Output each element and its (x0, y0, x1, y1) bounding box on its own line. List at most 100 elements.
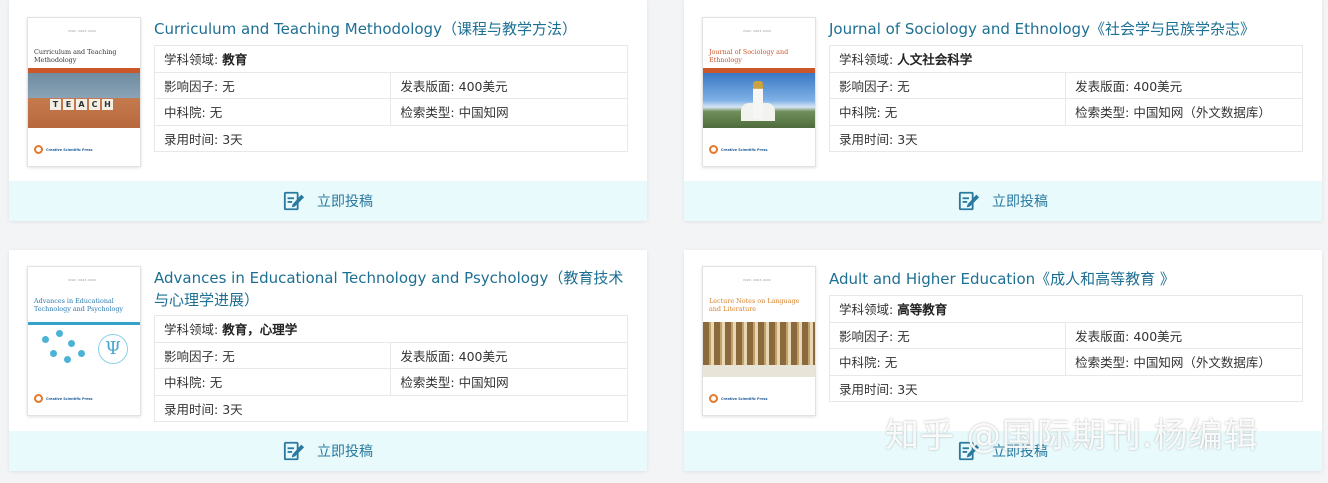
fee-label: 发表版面: (1075, 78, 1130, 94)
impact-value: 无 (222, 78, 235, 94)
cover-publisher: Creative Scientific Press (46, 148, 93, 152)
journal-title-link[interactable]: Adult and Higher Education《成人和高等教育 》 (829, 268, 1304, 290)
fee-label: 发表版面: (1075, 328, 1130, 344)
index-cell: 检索类型: 中国知网 (390, 368, 628, 396)
journal-card: ISSN: 2663-0000 Advances in Educational … (9, 250, 647, 471)
cas-cell: 中科院: 无 (153, 368, 392, 396)
letter-block: C (89, 99, 100, 110)
cas-value: 无 (884, 105, 898, 121)
fee-label: 发表版面: (400, 78, 455, 94)
publisher-logo-icon (34, 394, 43, 403)
journal-title-link[interactable]: Curriculum and Teaching Methodology（课程与教… (154, 18, 629, 40)
index-value: 中国知网 (458, 105, 509, 121)
impact-label: 影响因子: (164, 348, 219, 364)
cas-cell: 中科院: 无 (153, 98, 392, 126)
time-value: 3天 (897, 381, 918, 397)
cover-issn: ISSN: 2663-0000 (68, 29, 97, 33)
time-value: 3天 (897, 131, 918, 147)
edit-pen-icon (283, 191, 305, 211)
index-label: 检索类型: (1075, 105, 1130, 121)
impact-label: 影响因子: (839, 78, 894, 94)
journal-cover[interactable]: ISSN: 2663-0000 Lecture Notes on Languag… (702, 266, 816, 416)
journal-cover[interactable]: ISSN: 2663-0000 Advances in Educational … (27, 266, 141, 416)
time-value: 3天 (222, 131, 243, 147)
time-value: 3天 (222, 401, 243, 417)
cover-issn: ISSN: 2663-0000 (743, 278, 772, 282)
index-cell: 检索类型: 中国知网 (390, 98, 628, 126)
publisher-logo-icon (709, 394, 718, 403)
impact-cell: 影响因子: 无 (153, 341, 392, 369)
field-cell: 学科领域: 教育，心理学 (154, 315, 628, 343)
impact-label: 影响因子: (164, 78, 219, 94)
edit-pen-icon (958, 191, 980, 211)
journal-title-link[interactable]: Advances in Educational Technology and P… (154, 267, 629, 311)
letter-block: E (63, 99, 74, 110)
index-value: 中国知网（外文数据库） (1133, 355, 1271, 371)
submit-label: 立即投稿 (992, 194, 1048, 210)
cas-cell: 中科院: 无 (828, 348, 1067, 376)
cover-image (703, 322, 815, 377)
impact-cell: 影响因子: 无 (153, 71, 392, 99)
fee-cell: 发表版面: 400美元 (1065, 71, 1303, 99)
cas-label: 中科院: (164, 375, 206, 391)
journal-card: ISSN: 2663-0000 Curriculum and Teaching … (9, 0, 647, 221)
field-value: 教育 (222, 52, 248, 68)
cover-image: Ψ (28, 322, 140, 377)
cas-cell: 中科院: 无 (828, 98, 1067, 126)
edit-pen-icon (283, 441, 305, 461)
field-label: 学科领域: (164, 52, 219, 68)
index-cell: 检索类型: 中国知网（外文数据库） (1065, 98, 1303, 126)
cover-title: Curriculum and Teaching Methodology (34, 48, 117, 64)
index-value: 中国知网 (458, 375, 509, 391)
field-value: 高等教育 (897, 302, 948, 318)
time-label: 录用时间: (164, 131, 219, 147)
field-label: 学科领域: (164, 322, 219, 338)
cover-publisher: Creative Scientific Press (46, 397, 93, 401)
fee-value: 400美元 (458, 348, 508, 364)
cas-label: 中科院: (839, 355, 881, 371)
time-cell: 录用时间: 3天 (154, 394, 628, 422)
journal-info-table: 学科领域: 人文社会科学 影响因子: 无 发表版面: 400美元 中科院: 无 … (828, 45, 1303, 152)
cover-publisher: Creative Scientific Press (721, 148, 768, 152)
submit-label: 立即投稿 (317, 444, 373, 460)
cover-issn: ISSN: 2663-0000 (68, 278, 97, 282)
publisher-logo-icon (34, 145, 43, 154)
fee-value: 400美元 (1133, 78, 1183, 94)
journal-cover[interactable]: ISSN: 2663-0000 Curriculum and Teaching … (27, 17, 141, 167)
field-label: 学科领域: (839, 302, 894, 318)
fee-cell: 发表版面: 400美元 (390, 71, 628, 99)
letter-block: A (76, 99, 87, 110)
impact-value: 无 (897, 78, 910, 94)
submit-button[interactable]: 立即投稿 (684, 181, 1322, 221)
index-label: 检索类型: (400, 105, 455, 121)
journal-card: ISSN: 2663-0000 Journal of Sociology and… (684, 0, 1322, 221)
impact-value: 无 (897, 328, 910, 344)
psi-symbol: Ψ (98, 334, 128, 364)
cover-issn: ISSN: 2663-0000 (743, 29, 772, 33)
journal-info-table: 学科领域: 教育，心理学 影响因子: 无 发表版面: 400美元 中科院: 无 … (153, 315, 628, 422)
journal-cover[interactable]: ISSN: 2663-0000 Journal of Sociology and… (702, 17, 816, 167)
journal-title-link[interactable]: Journal of Sociology and Ethnology《社会学与民… (829, 18, 1304, 40)
field-cell: 学科领域: 人文社会科学 (829, 45, 1303, 73)
submit-label: 立即投稿 (317, 194, 373, 210)
time-cell: 录用时间: 3天 (829, 124, 1303, 152)
fee-label: 发表版面: (400, 348, 455, 364)
watermark: 知乎 @国际期刊.杨编辑 (885, 416, 1259, 456)
time-label: 录用时间: (164, 401, 219, 417)
impact-cell: 影响因子: 无 (828, 71, 1067, 99)
index-label: 检索类型: (400, 375, 455, 391)
field-label: 学科领域: (839, 52, 894, 68)
time-label: 录用时间: (839, 381, 894, 397)
cover-title: Journal of Sociology and Ethnology (709, 48, 789, 64)
field-value: 人文社会科学 (897, 52, 973, 68)
time-label: 录用时间: (839, 131, 894, 147)
submit-button[interactable]: 立即投稿 (9, 181, 647, 221)
field-cell: 学科领域: 高等教育 (829, 295, 1303, 323)
cas-value: 无 (209, 105, 223, 121)
cover-publisher: Creative Scientific Press (721, 397, 768, 401)
cas-label: 中科院: (164, 105, 206, 121)
cover-image (703, 73, 815, 128)
cover-title: Advances in Educational Technology and P… (34, 297, 124, 313)
cas-value: 无 (209, 375, 223, 391)
submit-button[interactable]: 立即投稿 (9, 431, 647, 471)
